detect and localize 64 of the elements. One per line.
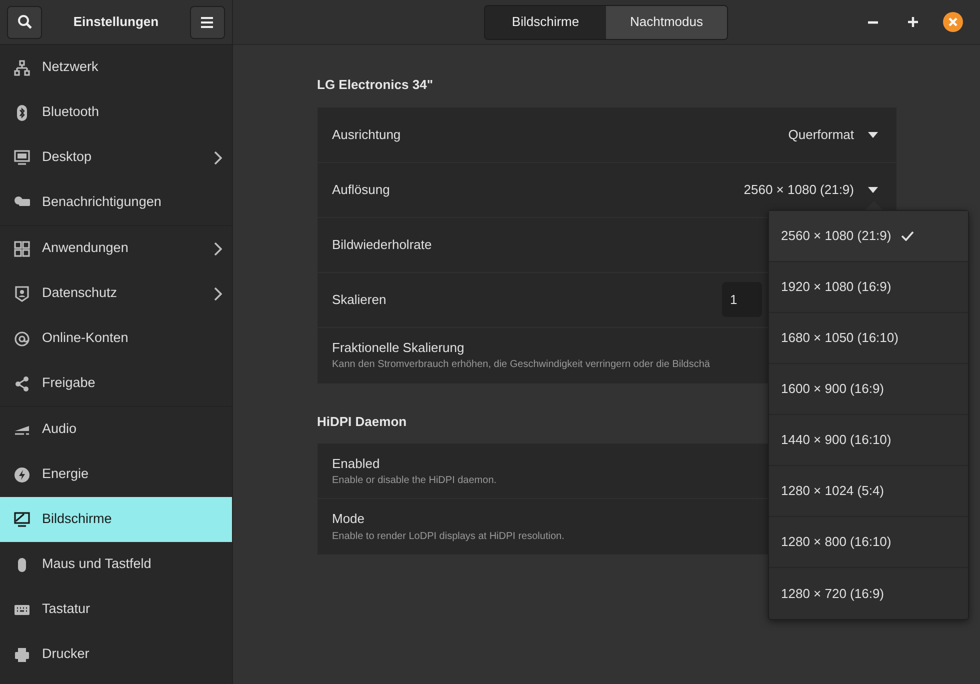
sidebar-item[interactable]: Benachrichtigungen: [0, 180, 232, 225]
setting-label: Fraktionelle Skalierung: [332, 338, 464, 357]
sidebar-item[interactable]: Tastatur: [0, 587, 232, 632]
menu-item[interactable]: 1680 × 1050 (16:10): [769, 313, 968, 364]
input-field[interactable]: 1: [722, 282, 762, 317]
sidebar-item[interactable]: Energie: [0, 452, 232, 497]
grid-icon: [14, 240, 30, 256]
chevron-right-icon: [214, 286, 222, 300]
search-button[interactable]: [7, 6, 42, 38]
close-button[interactable]: [940, 9, 966, 35]
printer-icon: [14, 646, 30, 662]
sidebar-item[interactable]: Netzwerk: [0, 45, 232, 90]
chevron-right-icon: [214, 242, 222, 256]
menu-icon: [201, 16, 214, 28]
sidebar-item[interactable]: Anwendungen: [0, 226, 232, 271]
setting-description: Kann den Stromverbrauch erhöhen, die Geschwindigkeit verringern oder die Bildschä: [332, 358, 710, 372]
tab[interactable]: Bildschirme: [485, 6, 606, 38]
setting-label: Auflösung: [332, 180, 390, 199]
dropdown[interactable]: Querformat: [788, 124, 882, 144]
shield-icon: [14, 286, 30, 302]
bluetooth-icon: [14, 104, 30, 120]
menu-item[interactable]: 1280 × 1024 (5:4): [769, 466, 968, 517]
caret-down-icon: [868, 186, 878, 192]
display-icon: [14, 512, 30, 528]
lightning-icon: [14, 466, 30, 482]
setting-label: Skalieren: [332, 290, 386, 309]
setting-label: Mode: [332, 510, 365, 528]
close-icon: [943, 12, 963, 32]
sidebar-item[interactable]: Desktop: [0, 135, 232, 180]
sidebar-item[interactable]: Freigabe: [0, 361, 232, 406]
menu-item[interactable]: 1440 × 900 (16:10): [769, 415, 968, 466]
caret-down-icon: [868, 132, 878, 138]
menu-item[interactable]: 1920 × 1080 (16:9): [769, 262, 968, 313]
network-icon: [14, 60, 30, 76]
at-sign-icon: [14, 330, 30, 346]
sidebar-item[interactable]: Online-Konten: [0, 316, 232, 361]
checkmark-icon: [901, 231, 914, 241]
section-title: HiDPI Daemon: [317, 412, 408, 430]
minimize-icon: [868, 20, 878, 24]
setting-label: Ausrichtung: [332, 126, 401, 144]
sidebar-item[interactable]: Audio: [0, 407, 232, 452]
window-title: Einstellungen: [73, 13, 159, 32]
menu-button[interactable]: [190, 6, 225, 38]
menu-item[interactable]: 1280 × 800 (16:10): [769, 517, 968, 568]
sidebar-item[interactable]: Drucker: [0, 632, 232, 677]
search-icon: [16, 14, 32, 30]
setting-label: Enabled: [332, 454, 380, 473]
menu-item[interactable]: 2560 × 1080 (21:9): [769, 211, 968, 262]
setting-description: Enable to render LoDPI displays at HiDPI resolution.: [332, 530, 564, 544]
sidebar-item[interactable]: Maus und Tastfeld: [0, 542, 232, 587]
section-title: LG Electronics 34": [317, 76, 434, 94]
setting-label: Bildwiederholrate: [332, 236, 432, 254]
setting-description: Enable or disable the HiDPI daemon.: [332, 474, 497, 488]
menu-item[interactable]: 1280 × 720 (16:9): [769, 568, 968, 619]
sidebar-item[interactable]: Bildschirme: [0, 497, 232, 542]
dropdown[interactable]: 2560 × 1080 (21:9): [744, 180, 882, 200]
tab[interactable]: Nachtmodus: [606, 6, 727, 38]
monitor-icon: [14, 150, 30, 166]
menu-item[interactable]: 1600 × 900 (16:9): [769, 364, 968, 415]
plus-icon: [908, 17, 918, 27]
sidebar-item[interactable]: Datenschutz: [0, 271, 232, 316]
chevron-right-icon: [214, 150, 222, 164]
sidebar-item[interactable]: Bluetooth: [0, 90, 232, 135]
share-icon: [14, 376, 30, 392]
